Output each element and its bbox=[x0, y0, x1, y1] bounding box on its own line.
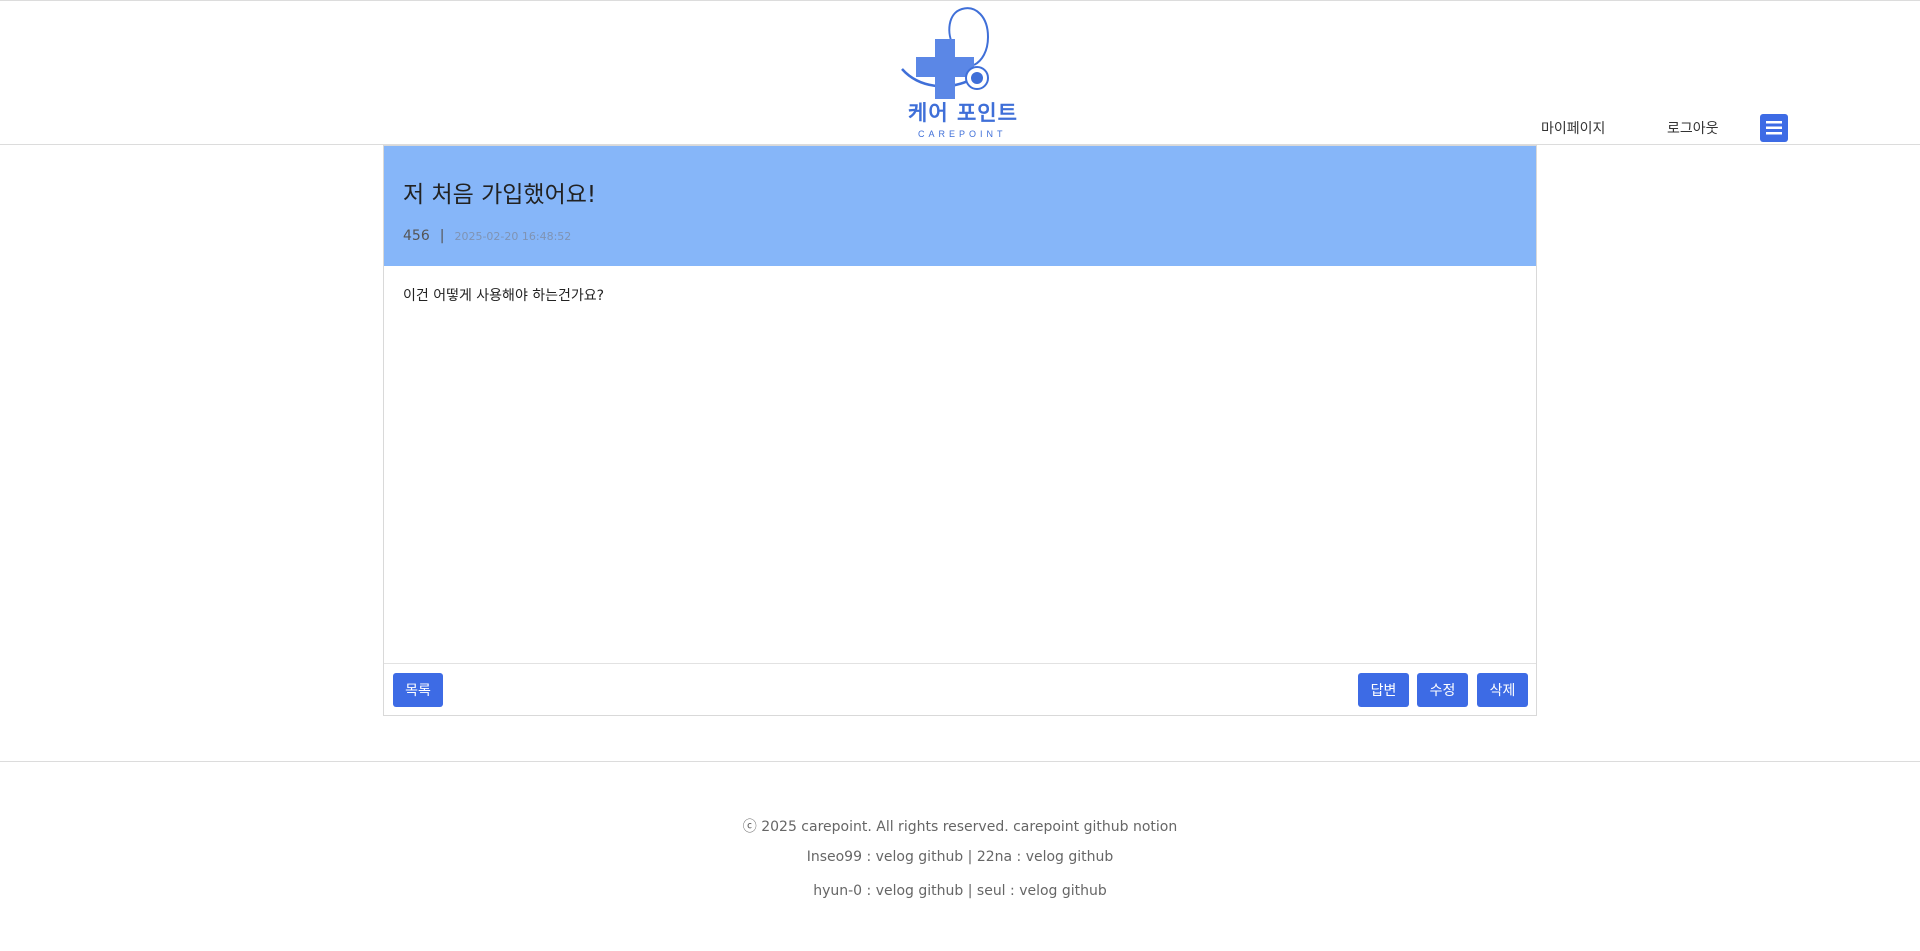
post-author: 456 bbox=[403, 228, 430, 244]
post-detail: 저 처음 가입했어요! 456 | 2025-02-20 16:48:52 이건… bbox=[383, 145, 1537, 716]
logo-text: 케어 포인트 bbox=[908, 101, 1018, 125]
hamburger-icon bbox=[1766, 121, 1782, 135]
list-button[interactable]: 목록 bbox=[393, 673, 443, 707]
delete-button[interactable]: 삭제 bbox=[1477, 673, 1528, 707]
post-meta: 456 | 2025-02-20 16:48:52 bbox=[403, 228, 571, 244]
site-footer: ⓒ 2025 carepoint. All rights reserved. c… bbox=[0, 761, 1920, 951]
site-header: 케어 포인트 CAREPOINT 마이페이지 로그아웃 bbox=[0, 0, 1920, 145]
meta-separator: | bbox=[439, 228, 445, 244]
copyright-text: ⓒ 2025 carepoint. All rights reserved. c… bbox=[742, 819, 1178, 835]
post-content: 이건 어떻게 사용해야 하는건가요? bbox=[403, 288, 605, 304]
contributors-line-2: hyun-0 : velog github | seul : velog git… bbox=[813, 883, 1107, 899]
post-date: 2025-02-20 16:48:52 bbox=[454, 229, 572, 243]
logout-link[interactable]: 로그아웃 bbox=[1667, 118, 1719, 138]
post-actions: 목록 답변 수정 삭제 bbox=[384, 663, 1536, 716]
logo-subtitle: CAREPOINT bbox=[918, 129, 1007, 139]
mypage-link[interactable]: 마이페이지 bbox=[1541, 118, 1605, 138]
contributors-line-1: Inseo99 : velog github | 22na : velog gi… bbox=[806, 849, 1114, 865]
post-title: 저 처음 가입했어요! bbox=[403, 182, 597, 208]
edit-button[interactable]: 수정 bbox=[1417, 673, 1468, 707]
reply-button[interactable]: 답변 bbox=[1358, 673, 1409, 707]
menu-button[interactable] bbox=[1760, 114, 1788, 142]
carepoint-logo[interactable]: 케어 포인트 CAREPOINT bbox=[896, 3, 1026, 141]
post-header: 저 처음 가입했어요! 456 | 2025-02-20 16:48:52 bbox=[384, 146, 1536, 266]
